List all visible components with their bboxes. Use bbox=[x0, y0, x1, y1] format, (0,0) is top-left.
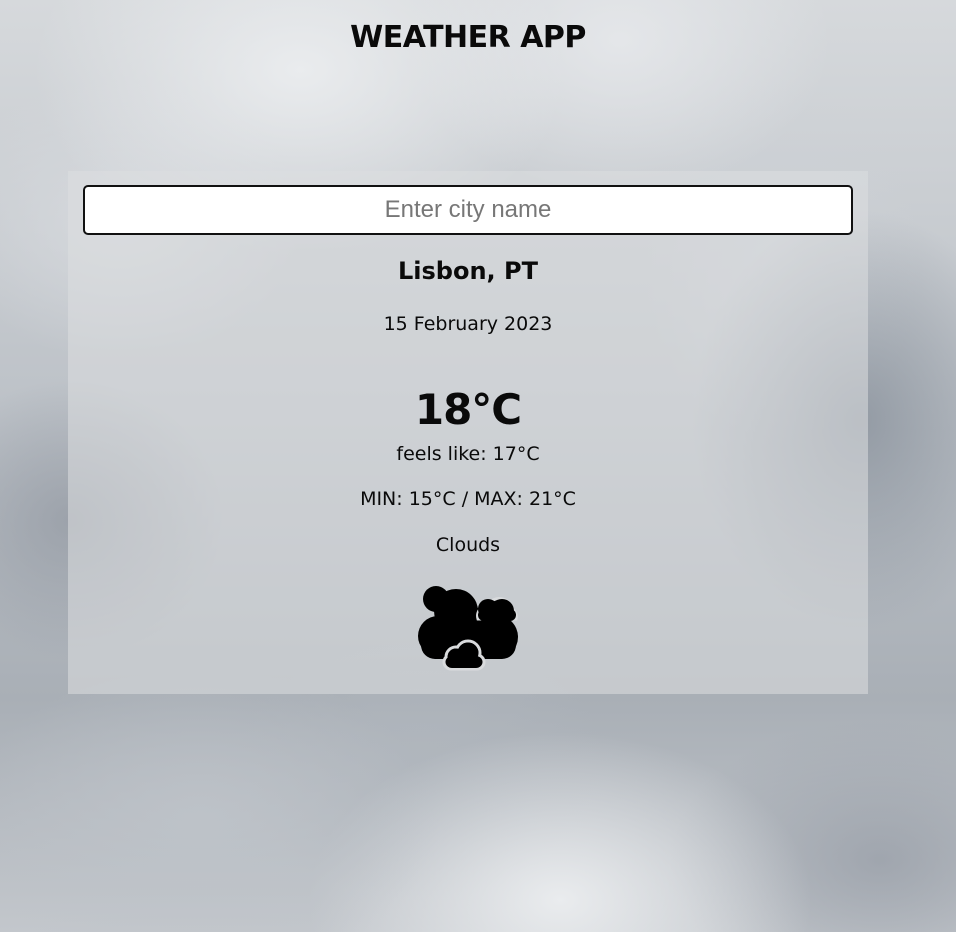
min-max-label: MIN: 15°C / MAX: 21°C bbox=[360, 488, 576, 510]
weather-panel: Lisbon, PT 15 February 2023 18°C feels l… bbox=[68, 171, 868, 694]
location-label: Lisbon, PT bbox=[398, 257, 538, 285]
temperature-value: 18°C bbox=[414, 385, 522, 434]
app-title: WEATHER APP bbox=[350, 20, 586, 55]
date-label: 15 February 2023 bbox=[383, 313, 553, 335]
feels-like-label: feels like: 17°C bbox=[396, 443, 540, 465]
weather-description: Clouds bbox=[435, 534, 501, 556]
clouds-icon bbox=[418, 586, 518, 671]
city-search-input[interactable] bbox=[83, 185, 853, 235]
